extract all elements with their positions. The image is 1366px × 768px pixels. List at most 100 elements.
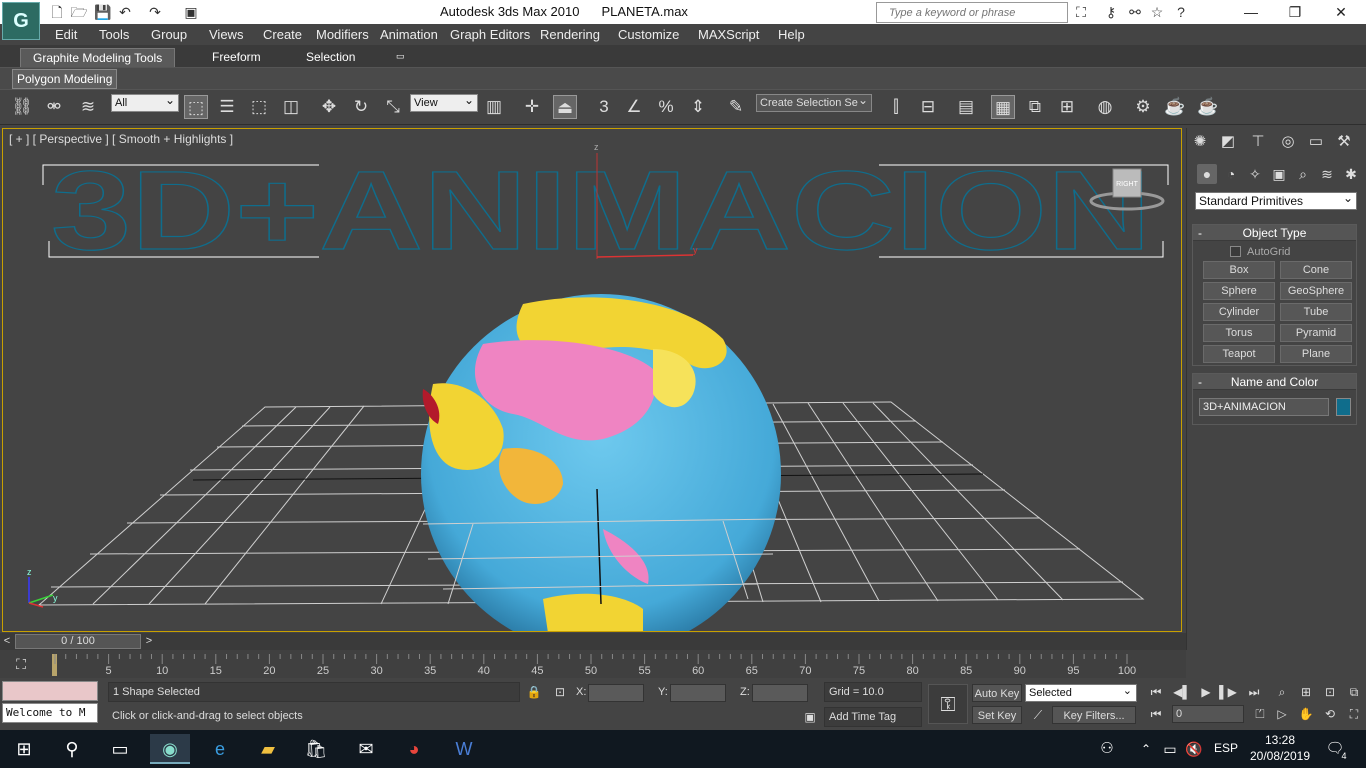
- keyboard-shortcut-override-icon[interactable]: ⏏: [553, 95, 577, 119]
- clock-date[interactable]: 20/08/2019: [1246, 749, 1314, 763]
- windows-start-icon[interactable]: ⊞: [4, 734, 44, 764]
- undo-icon[interactable]: ↶: [116, 3, 134, 21]
- utilities-tab-icon[interactable]: ⚒: [1333, 131, 1355, 153]
- taskbar-word-icon[interactable]: W: [444, 734, 484, 764]
- name-and-color-header[interactable]: - Name and Color: [1193, 374, 1356, 390]
- selection-filter-select[interactable]: All: [111, 92, 179, 112]
- geometry-icon[interactable]: ●: [1197, 164, 1217, 184]
- subscription-icon[interactable]: ⚷: [1102, 3, 1120, 21]
- maxscript-listener-output[interactable]: [2, 681, 98, 701]
- save-icon[interactable]: 💾: [94, 3, 112, 21]
- autogrid-checkbox[interactable]: AutoGrid: [1230, 246, 1290, 258]
- link-icon[interactable]: ⛓: [10, 95, 34, 119]
- close-icon[interactable]: ✕: [1318, 0, 1364, 24]
- geosphere-button[interactable]: GeoSphere: [1280, 282, 1352, 300]
- ribbon-options-icon[interactable]: ▭: [390, 48, 411, 67]
- menu-create[interactable]: Create: [263, 27, 302, 42]
- percent-snap-icon[interactable]: %: [654, 95, 678, 119]
- taskbar-3dsmax-icon[interactable]: ◉: [150, 734, 190, 764]
- play-icon[interactable]: ▶: [1196, 683, 1216, 701]
- people-icon[interactable]: ⚇: [1092, 734, 1122, 764]
- taskbar-mail-icon[interactable]: ✉: [346, 734, 386, 764]
- globe-sphere[interactable]: [421, 294, 782, 632]
- lights-icon[interactable]: ✧: [1245, 164, 1265, 184]
- select-object-icon[interactable]: ⬚: [184, 95, 208, 119]
- shapes-icon[interactable]: ◔: [1221, 164, 1241, 184]
- minimize-icon[interactable]: —: [1228, 0, 1274, 24]
- communication-center-icon[interactable]: ⚯: [1126, 3, 1144, 21]
- edit-named-selection-icon[interactable]: ✎: [724, 95, 748, 119]
- key-filters-button[interactable]: Key Filters...: [1052, 706, 1136, 724]
- restore-icon[interactable]: ❐: [1272, 0, 1318, 24]
- time-configuration-icon[interactable]: ⏍: [1250, 705, 1270, 723]
- schematic-view-icon[interactable]: ⊞: [1055, 95, 1079, 119]
- layer-manager-icon[interactable]: ▤: [954, 95, 978, 119]
- y-coordinate-field[interactable]: [670, 684, 726, 702]
- favorites-star-icon[interactable]: ☆: [1148, 3, 1166, 21]
- previous-frame-icon[interactable]: ◀▌: [1172, 683, 1192, 701]
- menu-tools[interactable]: Tools: [99, 27, 129, 42]
- menu-group[interactable]: Group: [151, 27, 187, 42]
- rectangle-selection-icon[interactable]: ⬚: [247, 95, 271, 119]
- object-type-header[interactable]: - Object Type: [1193, 225, 1356, 241]
- tab-polygon-modeling[interactable]: Polygon Modeling: [12, 69, 118, 89]
- graphite-toggle-icon[interactable]: ▦: [991, 95, 1015, 119]
- orbit-icon[interactable]: ⟲: [1320, 705, 1340, 723]
- time-slider[interactable]: < 0 / 100 >: [0, 633, 1186, 650]
- menu-maxscript[interactable]: MAXScript: [698, 27, 759, 42]
- redo-icon[interactable]: ↷: [146, 3, 164, 21]
- scale-icon[interactable]: ⤡: [381, 95, 405, 119]
- new-file-icon[interactable]: 🗋: [48, 3, 66, 21]
- taskbar-search-icon[interactable]: ⚲: [52, 734, 92, 764]
- render-setup-icon[interactable]: ⚙: [1131, 95, 1155, 119]
- named-selection-set-select[interactable]: Create Selection Se: [756, 92, 872, 112]
- spinner-snap-icon[interactable]: ⇕: [686, 95, 710, 119]
- maxscript-listener-input[interactable]: Welcome to M: [2, 703, 98, 723]
- menu-modifiers[interactable]: Modifiers: [316, 27, 369, 42]
- cylinder-button[interactable]: Cylinder: [1203, 303, 1275, 321]
- helpers-icon[interactable]: ⌕: [1293, 164, 1313, 184]
- taskbar-chrome-icon[interactable]: ◕: [394, 734, 434, 764]
- space-warps-icon[interactable]: ≋: [1317, 164, 1337, 184]
- network-icon[interactable]: ▭: [1158, 734, 1182, 764]
- taskbar-store-icon[interactable]: 🛍: [296, 734, 336, 764]
- text-shape-3d-animacion[interactable]: 3D+ANIMACION z y: [42, 142, 1169, 274]
- move-icon[interactable]: ✥: [317, 95, 341, 119]
- volume-muted-icon[interactable]: 🔇: [1182, 734, 1206, 764]
- tube-button[interactable]: Tube: [1280, 303, 1352, 321]
- zoom-icon[interactable]: ⌕: [1272, 683, 1292, 701]
- time-tag-icon[interactable]: ▣: [800, 708, 820, 726]
- taskbar-explorer-icon[interactable]: ▰: [248, 734, 288, 764]
- time-slider-next-icon[interactable]: >: [142, 633, 156, 650]
- track-bar[interactable]: ⛶ 5 10 15 20 25 30 35 40 45 50 55 60 65 70 75 80 85 90 95 1…: [0, 650, 1186, 678]
- field-of-view-icon[interactable]: ▷: [1272, 705, 1292, 723]
- cameras-icon[interactable]: ▣: [1269, 164, 1289, 184]
- tab-freeform[interactable]: Freeform: [200, 48, 273, 67]
- menu-views[interactable]: Views: [209, 27, 243, 42]
- app-logo-button[interactable]: G: [2, 2, 40, 40]
- zoom-extents-all-icon[interactable]: ⧉: [1344, 683, 1364, 701]
- display-tab-icon[interactable]: ▭: [1305, 131, 1327, 153]
- mirror-icon[interactable]: ⫿: [884, 95, 908, 119]
- snap-toggle-icon[interactable]: 3: [592, 95, 616, 119]
- select-by-name-icon[interactable]: ☰: [215, 95, 239, 119]
- auto-key-button[interactable]: Auto Key: [972, 684, 1022, 702]
- create-tab-icon[interactable]: ✺: [1189, 131, 1211, 153]
- set-key-button[interactable]: Set Key: [972, 706, 1022, 724]
- object-color-swatch[interactable]: [1336, 398, 1351, 416]
- project-folder-icon[interactable]: ▣: [182, 3, 200, 21]
- cone-button[interactable]: Cone: [1280, 261, 1352, 279]
- teapot-button[interactable]: Teapot: [1203, 345, 1275, 363]
- unlink-icon[interactable]: ⚮: [42, 95, 66, 119]
- zoom-all-icon[interactable]: ⊞: [1296, 683, 1316, 701]
- menu-help[interactable]: Help: [778, 27, 805, 42]
- curve-editor-icon[interactable]: ⧉: [1023, 95, 1047, 119]
- clock-time[interactable]: 13:28: [1250, 733, 1310, 747]
- window-crossing-icon[interactable]: ◫: [279, 95, 303, 119]
- tab-selection[interactable]: Selection: [294, 48, 367, 67]
- sphere-button[interactable]: Sphere: [1203, 282, 1275, 300]
- modify-tab-icon[interactable]: ◩: [1217, 131, 1239, 153]
- go-to-start-icon[interactable]: ⏮: [1146, 683, 1166, 701]
- material-editor-icon[interactable]: ◍: [1093, 95, 1117, 119]
- menu-edit[interactable]: Edit: [55, 27, 77, 42]
